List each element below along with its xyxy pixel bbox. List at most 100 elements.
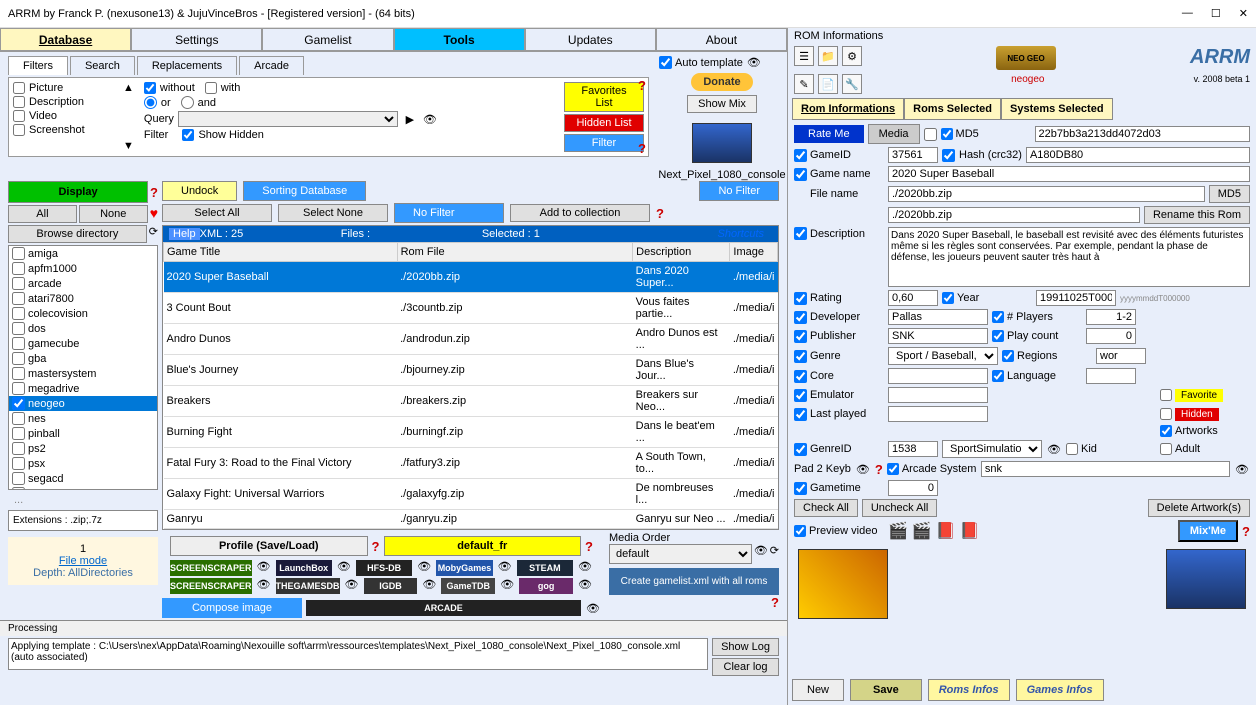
rating-field[interactable] [888, 290, 938, 306]
system-item[interactable]: neogeo [9, 396, 157, 411]
video-add-icon[interactable]: 🎬 [912, 521, 932, 541]
playcount-field[interactable] [1086, 328, 1136, 344]
shortcuts-link[interactable]: Shortcuts [623, 228, 772, 240]
eye-icon[interactable]: 👁 [577, 578, 593, 594]
rtab-rominfo[interactable]: Rom Informations [792, 98, 904, 120]
system-item[interactable]: colecovision [9, 306, 157, 321]
chk-md5[interactable] [941, 128, 953, 140]
mixme-button[interactable]: Mix'Me [1178, 520, 1238, 542]
rominfo-button[interactable]: Roms Infos [928, 679, 1010, 701]
chk-hash[interactable] [942, 149, 955, 162]
eye-icon[interactable]: 👁 [1046, 443, 1062, 456]
chk-kid[interactable] [1066, 443, 1078, 455]
eye-icon[interactable]: 👁 [497, 560, 513, 576]
help-icon[interactable]: ? [656, 206, 664, 221]
chk-artworks[interactable] [1160, 425, 1172, 437]
donate-button[interactable]: Donate [691, 73, 752, 91]
chk-pub[interactable] [794, 330, 807, 343]
chk-playcount[interactable] [992, 330, 1004, 342]
eye-icon[interactable]: 👁 [585, 602, 601, 615]
chk-description[interactable] [13, 96, 25, 108]
hidden-button[interactable]: Hidden List [564, 114, 644, 132]
eye-icon[interactable]: 👁 [336, 560, 352, 576]
regions-field[interactable] [1096, 348, 1146, 364]
create-gamelist-button[interactable]: Create gamelist.xml with all roms [609, 568, 779, 595]
help-icon[interactable]: ? [1242, 524, 1250, 539]
refresh-icon[interactable]: ⟳ [149, 225, 158, 243]
scraper-mobygames[interactable]: MobyGames [436, 560, 492, 576]
help-link[interactable]: Help [169, 228, 200, 240]
new-button[interactable]: New [792, 679, 844, 701]
system-item[interactable]: psx [9, 456, 157, 471]
undock-button[interactable]: Undock [162, 181, 237, 201]
sorting-button[interactable]: Sorting Database [243, 181, 366, 201]
media-select[interactable]: default [609, 544, 752, 564]
chk-year[interactable] [942, 292, 954, 304]
chk-hidden[interactable] [1160, 408, 1172, 420]
table-row[interactable]: Fatal Fury 3: Road to the Final Victory.… [164, 448, 778, 479]
profile-default[interactable]: default_fr [384, 536, 582, 556]
chk-regions[interactable] [1002, 350, 1014, 362]
chk-emu[interactable] [794, 389, 807, 402]
game-table[interactable]: Game Title Rom File Description Image 20… [163, 242, 778, 529]
favorites-button[interactable]: Favorites List [564, 82, 644, 112]
gear-icon[interactable]: ⚙ [842, 46, 862, 66]
help-icon[interactable]: ? [771, 595, 779, 610]
chk-arcadesys[interactable] [887, 463, 899, 475]
scraper-gog[interactable]: gog [519, 578, 573, 594]
system-item[interactable]: megadrive [9, 381, 157, 396]
table-row[interactable]: 2020 Super Baseball./2020bb.zipDans 2020… [164, 262, 778, 293]
chk-gametime[interactable] [794, 482, 807, 495]
display-button[interactable]: Display [8, 181, 148, 203]
system-item[interactable]: mastersystem [9, 366, 157, 381]
nofilter-button[interactable]: No Filter [699, 181, 779, 201]
filter-button[interactable]: Filter [564, 134, 644, 152]
system-item[interactable]: atari7800 [9, 291, 157, 306]
chk-showhidden[interactable] [182, 129, 194, 141]
scraper-launchbox[interactable]: LaunchBox [276, 560, 332, 576]
system-item[interactable]: pinball [9, 426, 157, 441]
genreid-select[interactable]: SportSimulation [942, 440, 1042, 458]
scraper-tgdb[interactable]: THEGAMESDB [276, 578, 340, 594]
eye-icon[interactable]: 👁 [746, 56, 762, 69]
table-row[interactable]: Galaxy Fight: Universal Warriors./galaxy… [164, 479, 778, 510]
scraper-gametdb[interactable]: GameTDB [441, 578, 495, 594]
publisher-field[interactable] [888, 328, 988, 344]
chk-autotemplate[interactable] [659, 56, 672, 69]
tab-about[interactable]: About [656, 28, 787, 51]
year-field[interactable] [1036, 290, 1116, 306]
tab-settings[interactable]: Settings [131, 28, 262, 51]
chk-dev[interactable] [794, 311, 807, 324]
radio-or[interactable] [144, 96, 157, 109]
chk-favorite[interactable] [1160, 389, 1172, 401]
developer-field[interactable] [888, 309, 988, 325]
table-row[interactable]: 3 Count Bout./3countb.zipVous faites par… [164, 293, 778, 324]
chk-desc[interactable] [794, 227, 807, 240]
eye-icon[interactable]: 👁 [256, 578, 272, 594]
scraper-steam[interactable]: STEAM [517, 560, 573, 576]
gameinfo-button[interactable]: Games Infos [1016, 679, 1104, 701]
arcadesys-field[interactable] [981, 461, 1230, 477]
chk-genre[interactable] [794, 350, 807, 363]
eye-icon[interactable]: 👁 [421, 578, 437, 594]
system-item[interactable]: amiga [9, 246, 157, 261]
chk-screenshot[interactable] [13, 124, 25, 136]
subtab-filters[interactable]: Filters [8, 56, 68, 75]
tab-database[interactable]: Database [0, 28, 131, 51]
scraper-screenscraper[interactable]: SCREENSCRAPER [170, 560, 252, 576]
uncheckall-button[interactable]: Uncheck All [862, 499, 937, 517]
chk-lastplayed[interactable] [794, 408, 807, 421]
system-item[interactable]: snes [9, 486, 157, 490]
eye-icon[interactable]: 👁 [344, 578, 360, 594]
emulator-field[interactable] [888, 387, 988, 403]
help-icon[interactable]: ? [875, 462, 883, 477]
none-button[interactable]: None [79, 205, 148, 223]
chk-rating[interactable] [794, 292, 807, 305]
table-row[interactable]: Blue's Journey./bjourney.zipDans Blue's … [164, 355, 778, 386]
help-icon[interactable]: ? [372, 539, 380, 554]
md5-button[interactable]: MD5 [1209, 185, 1250, 203]
help-icon[interactable]: ? [585, 539, 593, 554]
query-select[interactable] [178, 111, 398, 127]
scraper-ss-mt[interactable]: SCREENSCRAPER [170, 578, 252, 594]
subtab-arcade[interactable]: Arcade [239, 56, 304, 75]
